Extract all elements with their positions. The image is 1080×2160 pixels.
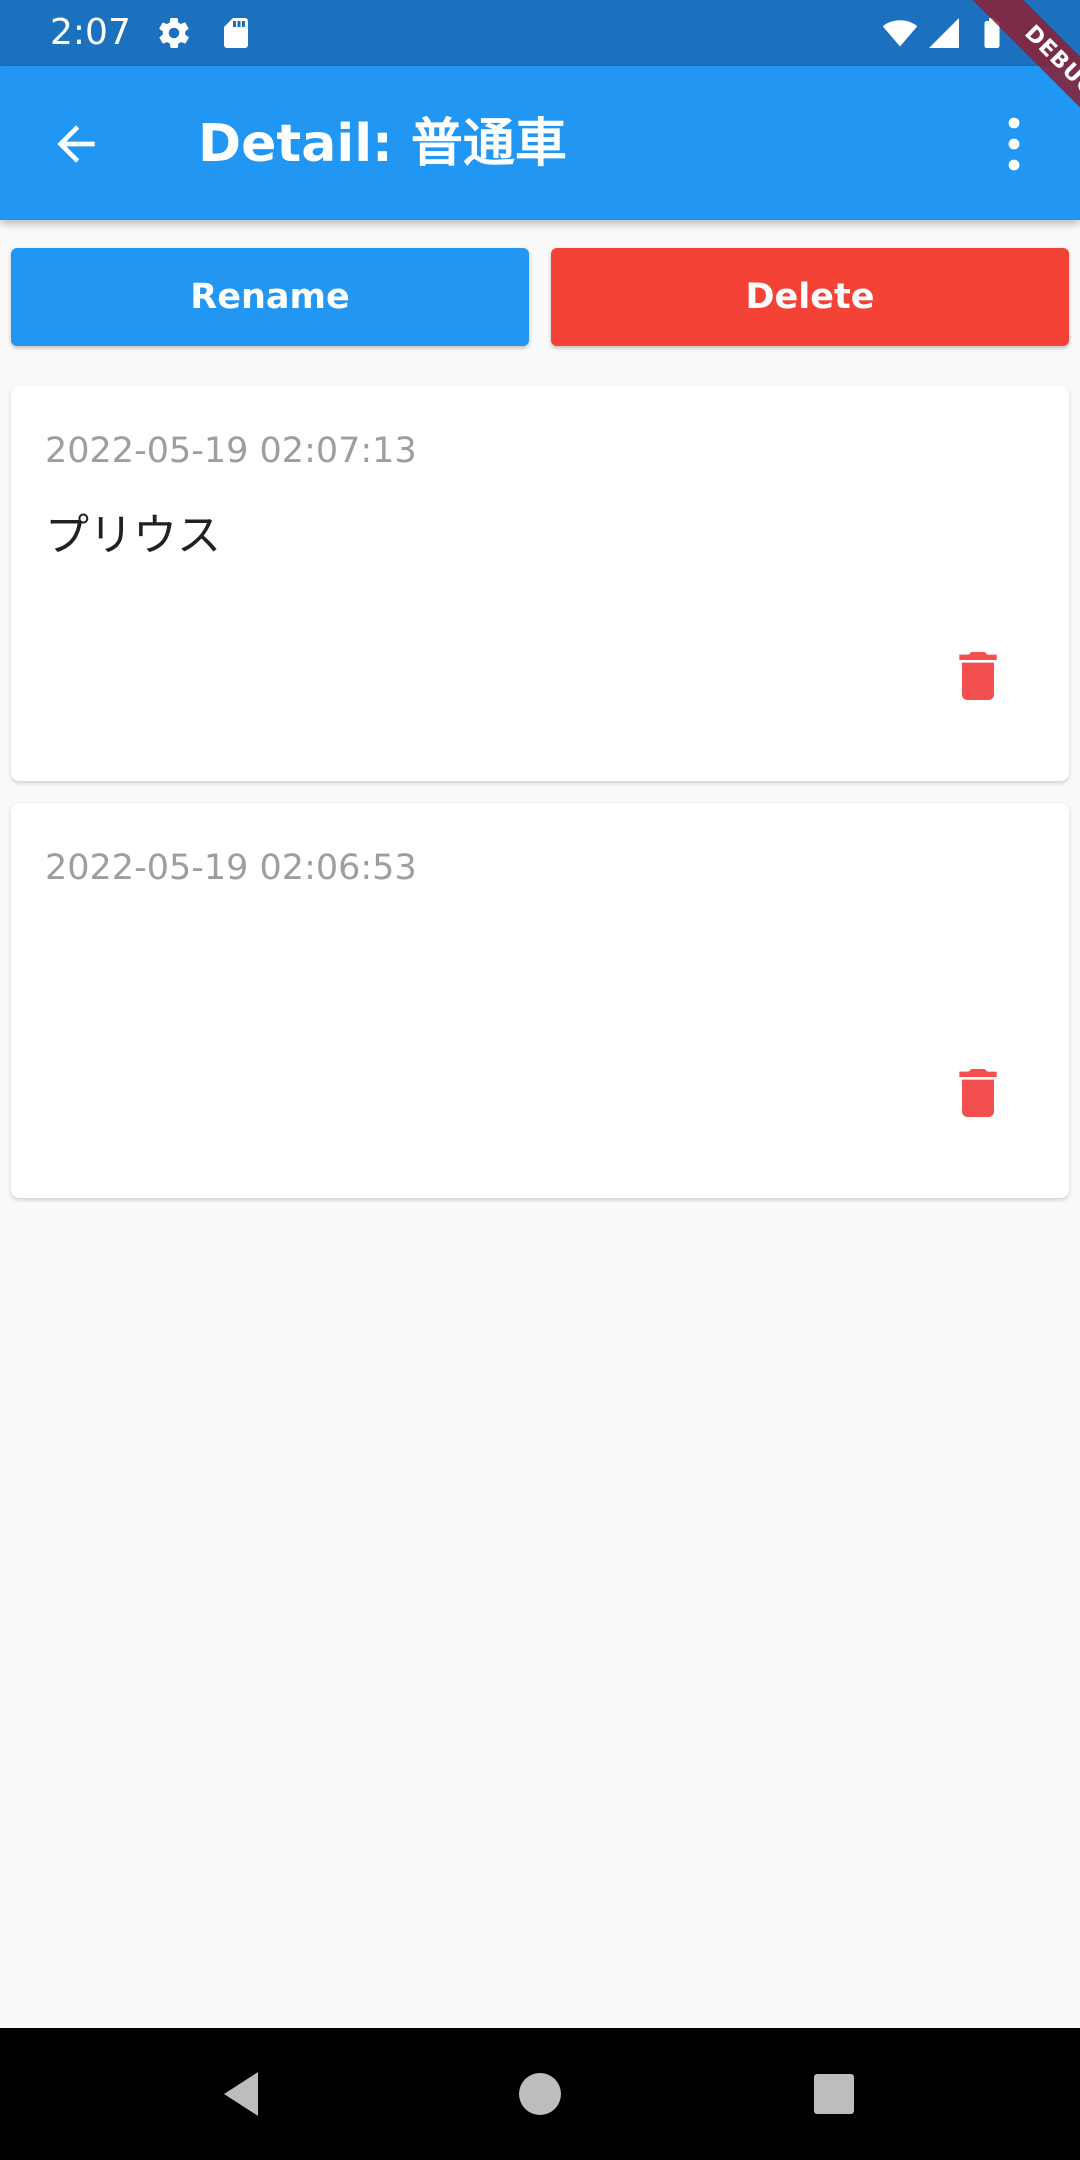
item-delete-button[interactable] [946, 644, 1010, 708]
back-button[interactable] [48, 116, 104, 172]
list-item[interactable]: 2022-05-19 02:06:53 [11, 803, 1069, 1198]
battery-icon [974, 15, 1010, 51]
signal-icon [926, 15, 962, 51]
nav-recents-button[interactable] [806, 2066, 862, 2122]
item-timestamp: 2022-05-19 02:07:13 [45, 431, 417, 471]
navigation-bar [0, 2028, 1080, 2160]
item-text: プリウス [45, 510, 221, 561]
arrow-back-icon [57, 125, 95, 163]
delete-button[interactable]: Delete [551, 248, 1069, 346]
app-bar: Detail: 普通車 [0, 66, 1080, 220]
more-menu-button[interactable] [996, 114, 1032, 174]
trash-icon [959, 1069, 997, 1117]
back-triangle-icon [224, 2072, 258, 2116]
home-circle-icon [519, 2073, 561, 2115]
rename-button[interactable]: Rename [11, 248, 529, 346]
wifi-icon [882, 15, 918, 51]
nav-home-button[interactable] [512, 2066, 568, 2122]
item-delete-button[interactable] [946, 1061, 1010, 1125]
status-bar: 2:07 [0, 0, 1080, 66]
more-vert-icon [1008, 117, 1020, 171]
item-timestamp: 2022-05-19 02:06:53 [45, 848, 417, 888]
status-time: 2:07 [50, 12, 131, 53]
recents-square-icon [814, 2074, 854, 2114]
nav-back-button[interactable] [214, 2066, 270, 2122]
gear-icon [156, 15, 192, 51]
sd-card-icon [218, 15, 254, 51]
list-item[interactable]: 2022-05-19 02:07:13 プリウス [11, 386, 1069, 781]
trash-icon [959, 652, 997, 700]
page-title: Detail: 普通車 [198, 114, 567, 174]
